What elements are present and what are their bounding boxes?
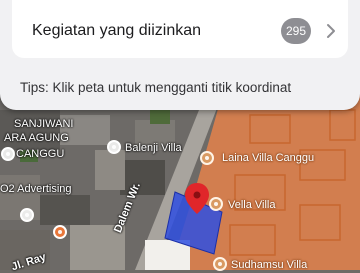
map-label-advertising: O2 Advertising xyxy=(0,183,72,195)
map-label-balenji-villa: Balenji Villa xyxy=(125,142,182,154)
map-label-sanjiwani: SANJIWANI xyxy=(14,118,74,130)
place-icon[interactable] xyxy=(107,140,121,154)
map-label-laina-villa: Laina Villa Canggu xyxy=(222,152,315,164)
place-icon[interactable] xyxy=(20,208,34,222)
restaurant-icon[interactable] xyxy=(53,225,67,239)
tips-text: Tips: Klik peta untuk mengganti titik ko… xyxy=(20,80,292,95)
place-icon[interactable] xyxy=(209,197,223,211)
info-sheet: Kegiatan yang diizinkan 295 Tips: Klik p… xyxy=(0,0,360,110)
map-label-canggu: CANGGU xyxy=(16,148,65,160)
permitted-activities-label: Kegiatan yang diizinkan xyxy=(32,22,202,39)
permissions-card: Kegiatan yang diizinkan 295 xyxy=(12,0,348,58)
activities-count-badge: 295 xyxy=(281,18,311,44)
place-icon[interactable] xyxy=(213,257,227,271)
map-label-vella-villa: Vella Villa xyxy=(228,199,276,211)
map-label-ara-agung: ARA AGUNG xyxy=(4,132,69,144)
place-icon[interactable] xyxy=(1,147,15,161)
place-icon[interactable] xyxy=(200,151,214,165)
permitted-activities-row[interactable]: Kegiatan yang diizinkan 295 xyxy=(12,0,348,58)
chevron-right-icon xyxy=(327,24,335,38)
map-label-sudhamsu-villa: Sudhamsu Villa xyxy=(231,259,308,271)
